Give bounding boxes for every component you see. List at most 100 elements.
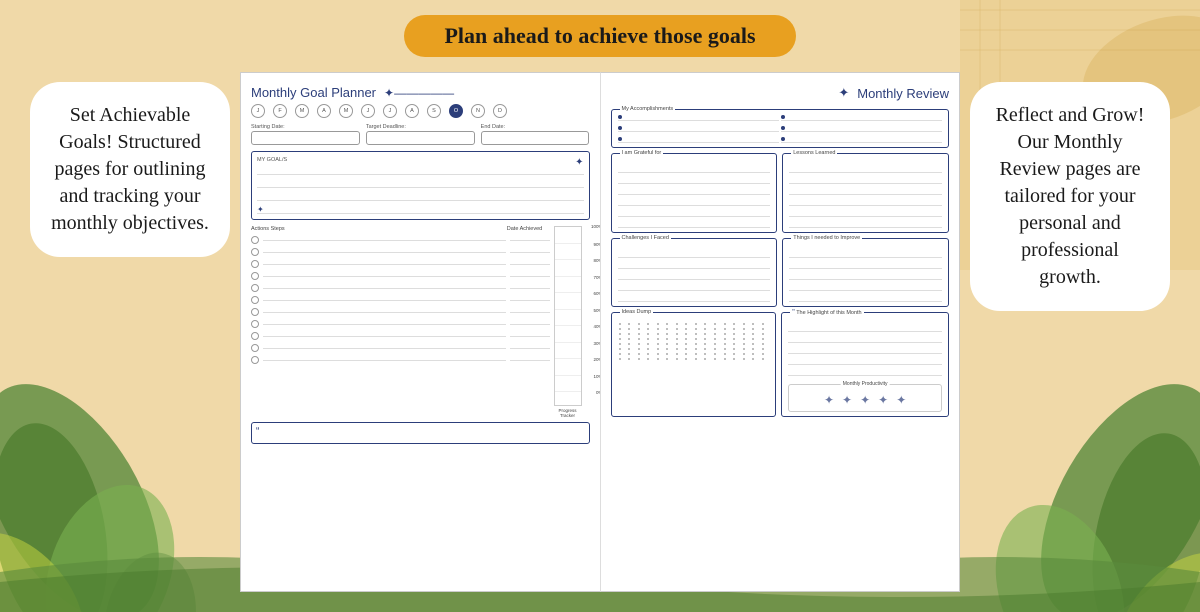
action-circle (251, 272, 259, 280)
action-line (263, 348, 506, 349)
dot (762, 343, 764, 345)
grateful-line (618, 221, 771, 228)
month-F: F (273, 104, 287, 118)
dot (647, 328, 649, 330)
dot (695, 358, 697, 360)
bar-line (555, 325, 581, 326)
goals-star-icon: ✦ (575, 157, 583, 168)
dot (676, 328, 678, 330)
dot (685, 328, 687, 330)
accomplishments-section: My Accomplishments (611, 109, 950, 148)
left-bubble-text: Set Achievable Goals! Structured pages f… (51, 104, 209, 234)
acc-line (618, 125, 779, 132)
acc-dot (781, 137, 785, 141)
planner-title-text: Monthly Goal Planner (251, 85, 376, 100)
goals-section: MY GOAL/S ✦ ✦ (251, 151, 590, 220)
date-line (510, 252, 550, 253)
dot (724, 348, 726, 350)
goal-line-1 (257, 167, 584, 175)
dot (676, 323, 678, 325)
lessons-line (789, 221, 942, 228)
improvement-line (789, 273, 942, 280)
grateful-lines (618, 166, 771, 228)
action-row-8 (251, 319, 550, 329)
goal-line-2 (257, 180, 584, 188)
dot (676, 353, 678, 355)
grateful-line (618, 199, 771, 206)
pct-90: 90% (593, 242, 600, 247)
prod-star-4: ✦ (878, 393, 888, 407)
goal-line-3 (257, 193, 584, 201)
bar-line (555, 292, 581, 293)
dot (695, 323, 697, 325)
goal-line-4 (257, 206, 584, 214)
dot (733, 358, 735, 360)
improvements-section: Things I needed to Improve (782, 238, 949, 307)
action-line (263, 324, 506, 325)
lessons-line (789, 210, 942, 217)
dot (714, 358, 716, 360)
bar-line (555, 259, 581, 260)
review-title-text: Monthly Review (857, 86, 949, 101)
dot (647, 338, 649, 340)
dot (695, 338, 697, 340)
dot (657, 343, 659, 345)
challenge-line (618, 251, 771, 258)
action-line (263, 300, 506, 301)
pct-10: 10% (593, 374, 600, 379)
documents-container: Monthly Goal Planner ✦————— J F M A M J … (240, 72, 960, 592)
grateful-line (618, 166, 771, 173)
dot (724, 333, 726, 335)
action-circle (251, 308, 259, 316)
starting-date-field[interactable] (251, 131, 360, 145)
dot (704, 328, 706, 330)
action-line (263, 360, 506, 361)
dot (762, 333, 764, 335)
right-panel: Reflect and Grow! Our Monthly Review pag… (960, 72, 1180, 321)
dot (752, 348, 754, 350)
dot (628, 358, 630, 360)
dot (752, 353, 754, 355)
header-banner: Plan ahead to achieve those goals (404, 15, 795, 57)
progress-tracker: 100% 90% 80% 70% 60% 50% 40% 30% 20% 10%… (554, 226, 590, 418)
date-line (510, 288, 550, 289)
acc-line (618, 114, 779, 121)
dot (743, 358, 745, 360)
highlight-line (788, 369, 942, 376)
month-letters: J F M A M J J A S O N D (251, 104, 590, 118)
action-circle (251, 296, 259, 304)
target-deadline-field[interactable] (366, 131, 475, 145)
acc-dot (781, 115, 785, 119)
action-row-11 (251, 355, 550, 365)
bar-line (555, 309, 581, 310)
end-date-field[interactable] (481, 131, 590, 145)
date-fields: Starting Date: Target Deadline: End Date… (251, 124, 590, 145)
prod-star-1: ✦ (824, 393, 834, 407)
target-deadline-label: Target Deadline: (366, 124, 475, 130)
dot (724, 328, 726, 330)
dot (733, 328, 735, 330)
ideas-title: Ideas Dump (620, 309, 654, 315)
actions-table: Actions Steps Date Achieved (251, 226, 550, 418)
dot (619, 323, 621, 325)
dot (619, 333, 621, 335)
challenge-line (618, 273, 771, 280)
quote-mark-icon: “ (256, 426, 259, 437)
dot (638, 348, 640, 350)
dot (657, 353, 659, 355)
date-line (510, 300, 550, 301)
dot (752, 343, 754, 345)
dot (666, 333, 668, 335)
productivity-title: Monthly Productivity (841, 381, 890, 387)
dot (695, 343, 697, 345)
dot (628, 323, 630, 325)
action-circle (251, 356, 259, 364)
dot (619, 353, 621, 355)
dot (628, 348, 630, 350)
date-achieved-label: Date Achieved (500, 226, 550, 232)
date-line (510, 336, 550, 337)
action-row-1 (251, 235, 550, 245)
progress-bar: 100% 90% 80% 70% 60% 50% 40% 30% 20% 10%… (554, 226, 582, 406)
dot (724, 323, 726, 325)
action-line (263, 312, 506, 313)
